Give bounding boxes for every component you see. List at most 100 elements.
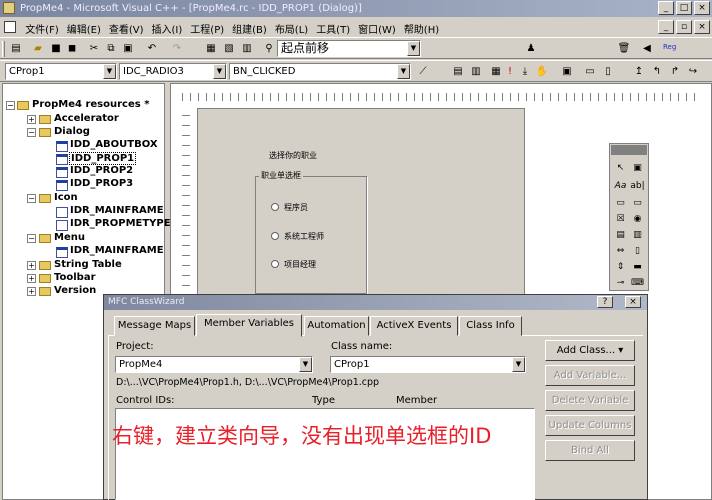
help-button[interactable]: ? [597,296,613,308]
breakpoint-icon[interactable]: ✋ [535,65,549,79]
id-combo[interactable]: IDC_RADIO3 ▼ [119,63,227,80]
radio-icon[interactable]: ◉ [630,212,645,226]
output-icon[interactable]: ▧ [222,42,236,56]
group-box-icon[interactable]: ▭ [613,196,628,210]
tree-item-idd-prop1[interactable]: IDD_PROP1 [69,152,137,165]
debug-icon-7[interactable]: ↪ [686,65,700,79]
tab-automation[interactable]: Automation [304,316,369,336]
tab-member-variables[interactable]: Member Variables [196,314,302,337]
pointer-icon[interactable]: ↖ [613,161,628,175]
radio-button[interactable] [271,232,279,240]
menu-project[interactable]: 工程(P) [186,18,228,36]
tree-item-idr-propmetype[interactable]: IDR_PROPMETYPE [70,218,171,229]
go-icon[interactable]: ⤓ [518,65,532,79]
add-class-button[interactable]: Add Class... ▾ [545,340,635,361]
find-in-files-icon[interactable]: ⚲ [262,42,276,56]
tree-item-menu[interactable]: Menu [54,232,85,243]
chevron-down-icon[interactable]: ▼ [407,41,420,56]
list-box-icon[interactable]: ▥ [630,228,645,242]
menu-help[interactable]: 帮助(H) [400,18,443,36]
collapse-icon[interactable]: − [27,194,36,203]
mdi-restore-button[interactable]: ▫ [676,20,692,34]
chevron-down-icon[interactable]: ▼ [213,64,226,79]
tree-item-accelerator[interactable]: Accelerator [54,113,119,124]
menu-tools[interactable]: 工具(T) [312,18,354,36]
add-variable-button[interactable]: Add Variable... [545,365,635,386]
collapse-icon[interactable]: − [6,101,15,110]
menu-edit[interactable]: 编辑(E) [63,18,105,36]
radio-button[interactable] [271,203,279,211]
mdi-close-button[interactable]: × [694,20,710,34]
wizard-action-icon[interactable]: ⟋ [416,65,430,79]
tree-item-idd-prop3[interactable]: IDD_PROP3 [70,178,133,189]
find-icon[interactable]: ♟ [524,42,538,56]
debug-icon-6[interactable]: ↱ [668,65,682,79]
delete-icon[interactable]: 🗑 [617,42,631,56]
class-name-combo[interactable]: CProp1 ▼ [330,356,526,373]
tree-item-menu-mainframe[interactable]: IDR_MAINFRAME [70,245,164,256]
tree-item-icon[interactable]: Icon [54,192,78,203]
expand-icon[interactable]: + [27,287,36,296]
chevron-down-icon[interactable]: ▼ [397,64,410,79]
tree-item-idd-aboutbox[interactable]: IDD_ABOUTBOX [70,139,158,150]
speaker-icon[interactable]: ◀ [640,42,654,56]
tab-class-info[interactable]: Class Info [459,316,522,336]
tab-message-maps[interactable]: Message Maps [114,316,195,336]
dialog-caption[interactable]: 选择你的职业 [269,150,317,161]
debug-icon-3[interactable]: ▯ [601,65,615,79]
tree-item-idr-mainframe[interactable]: IDR_MAINFRAME [70,205,164,216]
slider-icon[interactable]: ⊸ [613,276,628,290]
new-icon[interactable]: ▤ [9,42,23,56]
hscroll-icon[interactable]: ⇔ [613,244,628,258]
redo-icon[interactable]: ↷ [170,42,184,56]
bind-all-button[interactable]: Bind All [545,440,635,461]
tree-item-idd-prop2[interactable]: IDD_PROP2 [70,165,133,176]
button-icon[interactable]: ▭ [630,196,645,210]
message-combo[interactable]: BN_CLICKED ▼ [229,63,411,80]
menu-file[interactable]: 文件(F) [21,18,63,36]
reg-button[interactable]: Reg [663,43,676,51]
expand-icon[interactable]: + [27,261,36,270]
workspace-icon[interactable]: ▦ [204,42,218,56]
palette-titlebar[interactable] [611,145,647,155]
undo-icon[interactable]: ↶ [145,42,159,56]
save-icon[interactable]: ■ [49,42,63,56]
edit-box-icon[interactable]: ab| [630,179,645,193]
close-button[interactable]: × [625,296,641,308]
minimize-button[interactable]: _ [658,1,674,15]
tree-item-toolbar[interactable]: Toolbar [54,272,96,283]
build-icon[interactable]: ▥ [469,65,483,79]
project-combo[interactable]: PropMe4 ▼ [115,356,313,373]
menu-layout[interactable]: 布局(L) [271,18,312,36]
chevron-down-icon[interactable]: ▼ [103,64,116,79]
chevron-down-icon[interactable]: ▼ [299,357,312,372]
mdi-minimize-button[interactable]: _ [658,20,674,34]
vscroll-icon[interactable]: ▯ [630,244,645,258]
tree-item-dialog[interactable]: Dialog [54,126,90,137]
spin-icon[interactable]: ⇕ [613,260,628,274]
stop-build-icon[interactable]: ▦ [489,65,503,79]
delete-variable-button[interactable]: Delete Variable [545,390,635,411]
debug-icon-5[interactable]: ↰ [650,65,664,79]
cut-icon[interactable]: ✂ [87,42,101,56]
copy-icon[interactable]: ⧉ [104,42,118,56]
static-text-icon[interactable]: Aa [613,179,628,193]
radio-button[interactable] [271,260,279,268]
check-box-icon[interactable]: ☒ [613,212,628,226]
collapse-icon[interactable]: − [27,128,36,137]
expand-icon[interactable]: + [27,274,36,283]
update-columns-button[interactable]: Update Columns [545,415,635,436]
tab-activex-events[interactable]: ActiveX Events [370,316,458,336]
tree-root[interactable]: PropMe4 resources * [32,99,149,110]
menu-window[interactable]: 窗口(W) [354,18,400,36]
combo-box-icon[interactable]: ▤ [613,228,628,242]
tree-item-string-table[interactable]: String Table [54,259,122,270]
class-combo[interactable]: CProp1 ▼ [5,63,117,80]
open-icon[interactable]: ▰ [31,42,45,56]
windows-icon[interactable]: ▥ [240,42,254,56]
chevron-down-icon[interactable]: ▼ [512,357,525,372]
progress-icon[interactable]: ▬ [630,260,645,274]
collapse-icon[interactable]: − [27,234,36,243]
debug-icon-4[interactable]: ↥ [632,65,646,79]
tree-item-version[interactable]: Version [54,285,96,296]
